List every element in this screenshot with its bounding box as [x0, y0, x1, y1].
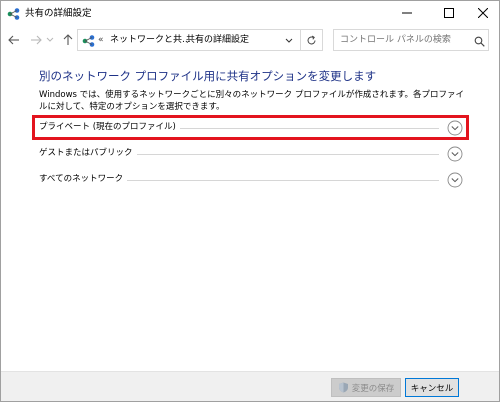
- refresh-icon: [307, 35, 316, 44]
- section-all-networks[interactable]: すべてのネットワーク: [39, 172, 463, 188]
- forward-button[interactable]: [27, 30, 45, 50]
- recent-locations-button[interactable]: [44, 30, 56, 50]
- address-bar[interactable]: « ネットワークと共... › 共有の詳細設定: [77, 29, 301, 51]
- breadcrumb-overflow[interactable]: «: [98, 33, 104, 47]
- section-label: ゲストまたはパブリック: [39, 147, 137, 160]
- highlight-box: [32, 115, 469, 140]
- search-icon[interactable]: [472, 34, 486, 48]
- minimize-button[interactable]: [389, 1, 425, 25]
- network-sharing-icon: [7, 8, 20, 20]
- section-divider: [117, 154, 439, 155]
- save-changes-button[interactable]: 変更の保存: [331, 378, 401, 397]
- network-sharing-icon: [82, 35, 95, 47]
- chevron-down-icon: [46, 37, 54, 42]
- back-arrow-icon: [8, 35, 19, 45]
- breadcrumb-network-sharing-center[interactable]: ネットワークと共...: [110, 33, 191, 47]
- back-button[interactable]: [5, 30, 23, 50]
- breadcrumb-advanced-sharing[interactable]: 共有の詳細設定: [186, 33, 249, 47]
- maximize-button[interactable]: [431, 1, 467, 25]
- advanced-sharing-settings-window: 共有の詳細設定 « ネットワークと共... › 共有の詳細設定 コントロール パ…: [0, 0, 500, 402]
- minimize-icon: [402, 12, 412, 14]
- uac-shield-icon: [338, 382, 348, 393]
- page-description: Windows では、使用するネットワークごとに別々のネットワーク プロファイル…: [39, 90, 465, 112]
- address-dropdown-button[interactable]: [282, 34, 296, 48]
- search-input[interactable]: [340, 33, 470, 47]
- window-title: 共有の詳細設定: [25, 8, 92, 19]
- title-bar: 共有の詳細設定: [1, 1, 499, 27]
- section-guest-public[interactable]: ゲストまたはパブリック: [39, 146, 463, 162]
- section-label: すべてのネットワーク: [39, 173, 128, 186]
- expand-chevron-icon[interactable]: [447, 172, 463, 188]
- footer-bar: 変更の保存 キャンセル: [1, 371, 499, 401]
- search-box[interactable]: [333, 29, 489, 51]
- cancel-button[interactable]: キャンセル: [405, 378, 459, 397]
- maximize-icon: [444, 8, 454, 18]
- close-button[interactable]: [465, 1, 499, 25]
- refresh-button[interactable]: [301, 29, 323, 51]
- up-button[interactable]: [59, 30, 77, 50]
- page-title: 別のネットワーク プロファイル用に共有オプションを変更します: [39, 69, 377, 83]
- forward-arrow-icon: [31, 35, 42, 45]
- expand-chevron-icon[interactable]: [447, 146, 463, 162]
- save-changes-label: 変更の保存: [351, 383, 395, 394]
- close-icon: [478, 8, 488, 18]
- up-arrow-icon: [63, 34, 73, 45]
- section-divider: [113, 180, 439, 181]
- navigation-bar: « ネットワークと共... › 共有の詳細設定: [1, 27, 499, 53]
- chevron-down-icon: [285, 38, 293, 43]
- breadcrumb-separator[interactable]: ›: [174, 33, 178, 47]
